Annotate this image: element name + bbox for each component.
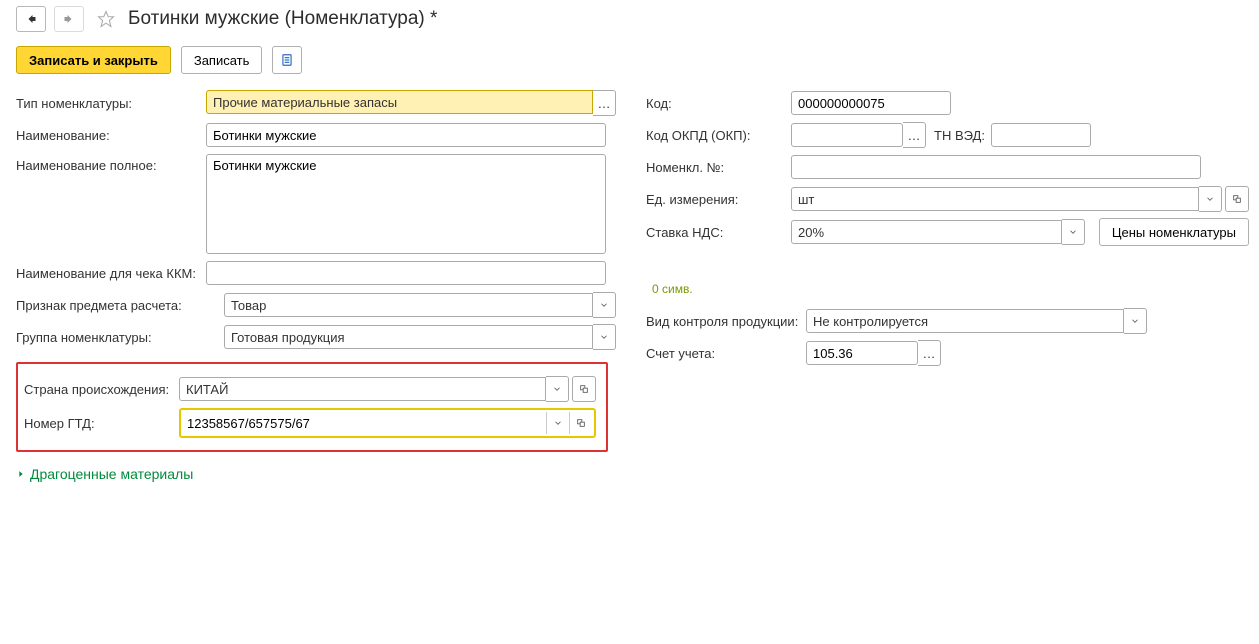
- group-field[interactable]: Готовая продукция: [224, 325, 593, 349]
- prices-button[interactable]: Цены номенклатуры: [1099, 218, 1249, 246]
- highlighted-region: Страна происхождения: КИТАЙ Номер ГТД:: [16, 362, 608, 452]
- open-icon: [1232, 194, 1242, 204]
- unit-label: Ед. измерения:: [646, 192, 791, 207]
- kkm-label: Наименование для чека ККМ:: [16, 266, 206, 281]
- nav-back-button[interactable]: [16, 6, 46, 32]
- control-dropdown-button[interactable]: [1124, 308, 1147, 334]
- nomnum-field[interactable]: [791, 155, 1201, 179]
- precious-materials-label: Драгоценные материалы: [30, 466, 193, 482]
- favorite-star-icon[interactable]: [96, 9, 116, 29]
- fullname-label: Наименование полное:: [16, 154, 206, 173]
- page-title: Ботинки мужские (Номенклатура) *: [128, 8, 437, 30]
- unit-field[interactable]: шт: [791, 187, 1199, 211]
- ellipsis-icon: …: [908, 128, 921, 143]
- okpd-label: Код ОКПД (ОКП):: [646, 128, 791, 143]
- unit-open-button[interactable]: [1225, 186, 1249, 212]
- okpd-field[interactable]: [791, 123, 903, 147]
- report-button[interactable]: [272, 46, 302, 74]
- account-field[interactable]: [806, 341, 918, 365]
- group-dropdown-button[interactable]: [593, 324, 616, 350]
- country-open-button[interactable]: [572, 376, 596, 402]
- tnved-label: ТН ВЭД:: [934, 128, 985, 143]
- attr-field[interactable]: Товар: [224, 293, 593, 317]
- attr-label: Признак предмета расчета:: [16, 298, 224, 313]
- type-select-button[interactable]: …: [593, 90, 616, 116]
- vat-dropdown-button[interactable]: [1062, 219, 1085, 245]
- nomnum-label: Номенкл. №:: [646, 160, 791, 175]
- okpd-select-button[interactable]: …: [903, 122, 926, 148]
- precious-materials-section[interactable]: Драгоценные материалы: [16, 466, 616, 482]
- chevron-down-icon: [1130, 316, 1140, 326]
- vat-field[interactable]: 20%: [791, 220, 1062, 244]
- unit-dropdown-button[interactable]: [1199, 186, 1222, 212]
- account-select-button[interactable]: …: [918, 340, 941, 366]
- save-and-close-button[interactable]: Записать и закрыть: [16, 46, 171, 74]
- chevron-down-icon: [599, 300, 609, 310]
- chevron-down-icon: [1068, 227, 1078, 237]
- gtd-field[interactable]: [183, 412, 546, 434]
- vat-label: Ставка НДС:: [646, 225, 791, 240]
- chevron-down-icon: [1205, 194, 1215, 204]
- control-field[interactable]: Не контролируется: [806, 309, 1124, 333]
- chevron-right-icon: [16, 469, 26, 479]
- nav-forward-button[interactable]: [54, 6, 84, 32]
- control-label: Вид контроля продукции:: [646, 314, 806, 329]
- country-field[interactable]: КИТАЙ: [179, 377, 546, 401]
- account-label: Счет учета:: [646, 346, 806, 361]
- open-icon: [579, 384, 589, 394]
- chevron-down-icon: [552, 384, 562, 394]
- ellipsis-icon: …: [598, 96, 611, 111]
- gtd-open-button[interactable]: [569, 412, 592, 434]
- type-label: Тип номенклатуры:: [16, 96, 206, 111]
- name-field[interactable]: [206, 123, 606, 147]
- gtd-dropdown-button[interactable]: [546, 412, 569, 434]
- country-label: Страна происхождения:: [24, 382, 179, 397]
- chevron-down-icon: [599, 332, 609, 342]
- gtd-label: Номер ГТД:: [24, 416, 179, 431]
- fullname-field[interactable]: Ботинки мужские: [206, 154, 606, 254]
- chevron-down-icon: [553, 418, 563, 428]
- type-field[interactable]: Прочие материальные запасы: [206, 90, 593, 114]
- save-button[interactable]: Записать: [181, 46, 263, 74]
- code-field[interactable]: [791, 91, 951, 115]
- attr-dropdown-button[interactable]: [593, 292, 616, 318]
- name-label: Наименование:: [16, 128, 206, 143]
- group-label: Группа номенклатуры:: [16, 330, 224, 345]
- ellipsis-icon: …: [923, 346, 936, 361]
- code-label: Код:: [646, 96, 791, 111]
- kkm-field[interactable]: [206, 261, 606, 285]
- char-count: 0 симв.: [652, 282, 693, 296]
- gtd-field-wrapper: [179, 408, 596, 438]
- country-dropdown-button[interactable]: [546, 376, 569, 402]
- open-icon: [576, 418, 586, 428]
- tnved-field[interactable]: [991, 123, 1091, 147]
